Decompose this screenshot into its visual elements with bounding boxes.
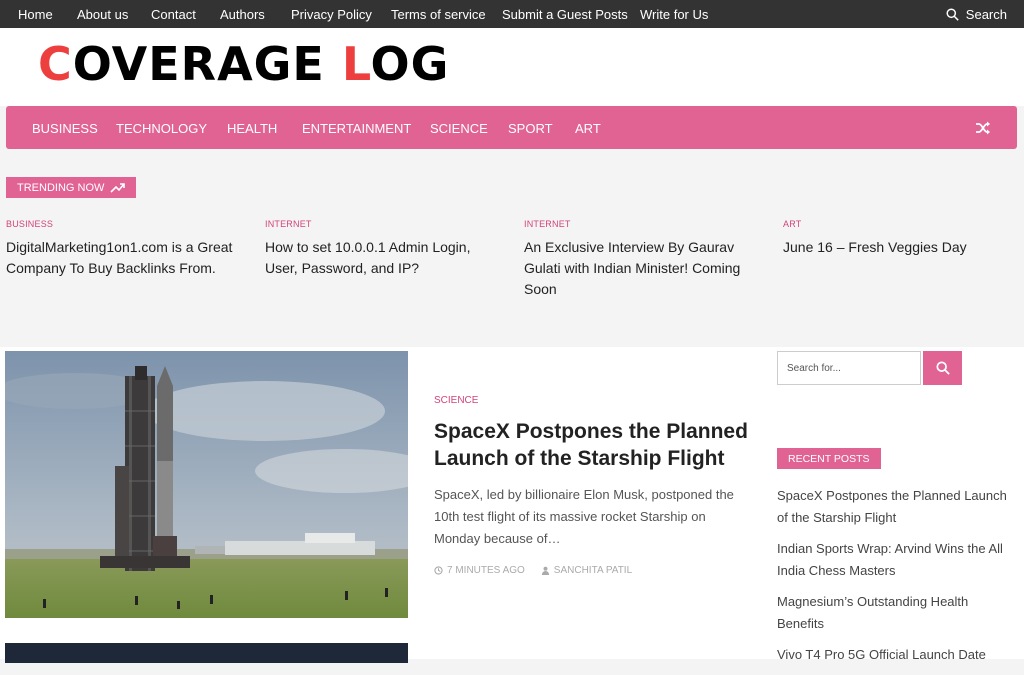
nav-entertainment[interactable]: ENTERTAINMENT bbox=[302, 121, 411, 136]
trending-badge: TRENDING NOW bbox=[6, 177, 137, 198]
topnav-terms-of-service[interactable]: Terms of service bbox=[391, 7, 486, 22]
top-bar: Home About us Contact Authors Privacy Po… bbox=[0, 0, 1024, 28]
trending-category[interactable]: INTERNET bbox=[265, 219, 505, 229]
post-author-name: SANCHITA PATIL bbox=[553, 565, 633, 576]
sidebar-search-button[interactable] bbox=[923, 351, 962, 385]
trending-label: TRENDING NOW bbox=[17, 181, 105, 194]
user-icon bbox=[541, 566, 549, 575]
post-excerpt: SpaceX, led by billionaire Elon Musk, po… bbox=[434, 487, 734, 546]
post-time: 7 MINUTES AGO bbox=[434, 565, 525, 576]
trending-item: BUSINESS DigitalMarketing1on1.com is a G… bbox=[6, 219, 246, 279]
nav-business[interactable]: BUSINESS bbox=[32, 121, 98, 136]
recent-post-link[interactable]: Magnesium’s Outstanding Health Benefits bbox=[777, 591, 1017, 635]
logo-letter-c: C bbox=[38, 37, 73, 91]
logo-text-2: OG bbox=[370, 37, 450, 91]
post-category[interactable]: SCIENCE bbox=[434, 395, 478, 406]
topnav-authors[interactable]: Authors bbox=[220, 7, 265, 22]
logo-text-1: OVERAGE bbox=[72, 37, 342, 91]
nav-art[interactable]: ART bbox=[575, 121, 601, 136]
trending-up-icon bbox=[110, 182, 126, 193]
trending-category[interactable]: ART bbox=[783, 219, 1023, 229]
post-title[interactable]: SpaceX Postpones the Planned Launch of t… bbox=[434, 418, 754, 472]
topnav-about-us[interactable]: About us bbox=[77, 7, 128, 22]
recent-post-link[interactable]: Vivo T4 Pro 5G Official Launch Date bbox=[777, 644, 1017, 666]
trending-category[interactable]: BUSINESS bbox=[6, 219, 246, 229]
sidebar-search-input[interactable] bbox=[777, 351, 921, 385]
trending-title[interactable]: June 16 – Fresh Veggies Day bbox=[783, 237, 1023, 258]
nav-health[interactable]: HEALTH bbox=[227, 121, 277, 136]
trending-title[interactable]: How to set 10.0.0.1 Admin Login, User, P… bbox=[265, 237, 505, 279]
second-post-image[interactable] bbox=[5, 643, 408, 663]
topnav-contact[interactable]: Contact bbox=[151, 7, 196, 22]
post-author[interactable]: SANCHITA PATIL bbox=[541, 565, 632, 576]
nav-sport[interactable]: SPORT bbox=[508, 121, 553, 136]
nav-science[interactable]: SCIENCE bbox=[430, 121, 488, 136]
recent-posts-badge: RECENT POSTS bbox=[777, 448, 881, 469]
site-header: COVERAGE LOG bbox=[0, 28, 1024, 106]
top-search-button[interactable]: Search bbox=[946, 7, 1007, 22]
trending-item: ART June 16 – Fresh Veggies Day bbox=[783, 219, 1023, 258]
clock-icon bbox=[434, 566, 443, 575]
logo-letter-l: L bbox=[341, 37, 371, 91]
main-nav: BUSINESS TECHNOLOGY HEALTH ENTERTAINMENT… bbox=[6, 106, 1017, 149]
nav-technology[interactable]: TECHNOLOGY bbox=[116, 121, 207, 136]
top-search-label: Search bbox=[965, 7, 1007, 22]
topnav-home[interactable]: Home bbox=[18, 7, 53, 22]
post-time-text: 7 MINUTES AGO bbox=[447, 565, 525, 576]
post-meta: 7 MINUTES AGO SANCHITA PATIL bbox=[434, 565, 632, 576]
recent-post-link[interactable]: SpaceX Postpones the Planned Launch of t… bbox=[777, 485, 1017, 529]
trending-category[interactable]: INTERNET bbox=[524, 219, 764, 229]
topnav-write-for-us[interactable]: Write for Us bbox=[640, 7, 708, 22]
topnav-submit-guest-posts[interactable]: Submit a Guest Posts bbox=[502, 7, 628, 22]
trending-title[interactable]: An Exclusive Interview By Gaurav Gulati … bbox=[524, 237, 764, 300]
recent-post-link[interactable]: Indian Sports Wrap: Arvind Wins the All … bbox=[777, 538, 1017, 582]
trending-title[interactable]: DigitalMarketing1on1.com is a Great Comp… bbox=[6, 237, 246, 279]
featured-post-image[interactable] bbox=[5, 351, 408, 618]
search-icon bbox=[946, 8, 959, 21]
shuffle-icon[interactable] bbox=[975, 120, 991, 136]
recent-posts-list: SpaceX Postpones the Planned Launch of t… bbox=[777, 485, 1017, 675]
search-icon bbox=[935, 361, 950, 375]
topnav-privacy-policy[interactable]: Privacy Policy bbox=[291, 7, 372, 22]
site-logo[interactable]: COVERAGE LOG bbox=[38, 37, 449, 91]
trending-item: INTERNET An Exclusive Interview By Gaura… bbox=[524, 219, 764, 300]
trending-item: INTERNET How to set 10.0.0.1 Admin Login… bbox=[265, 219, 505, 279]
